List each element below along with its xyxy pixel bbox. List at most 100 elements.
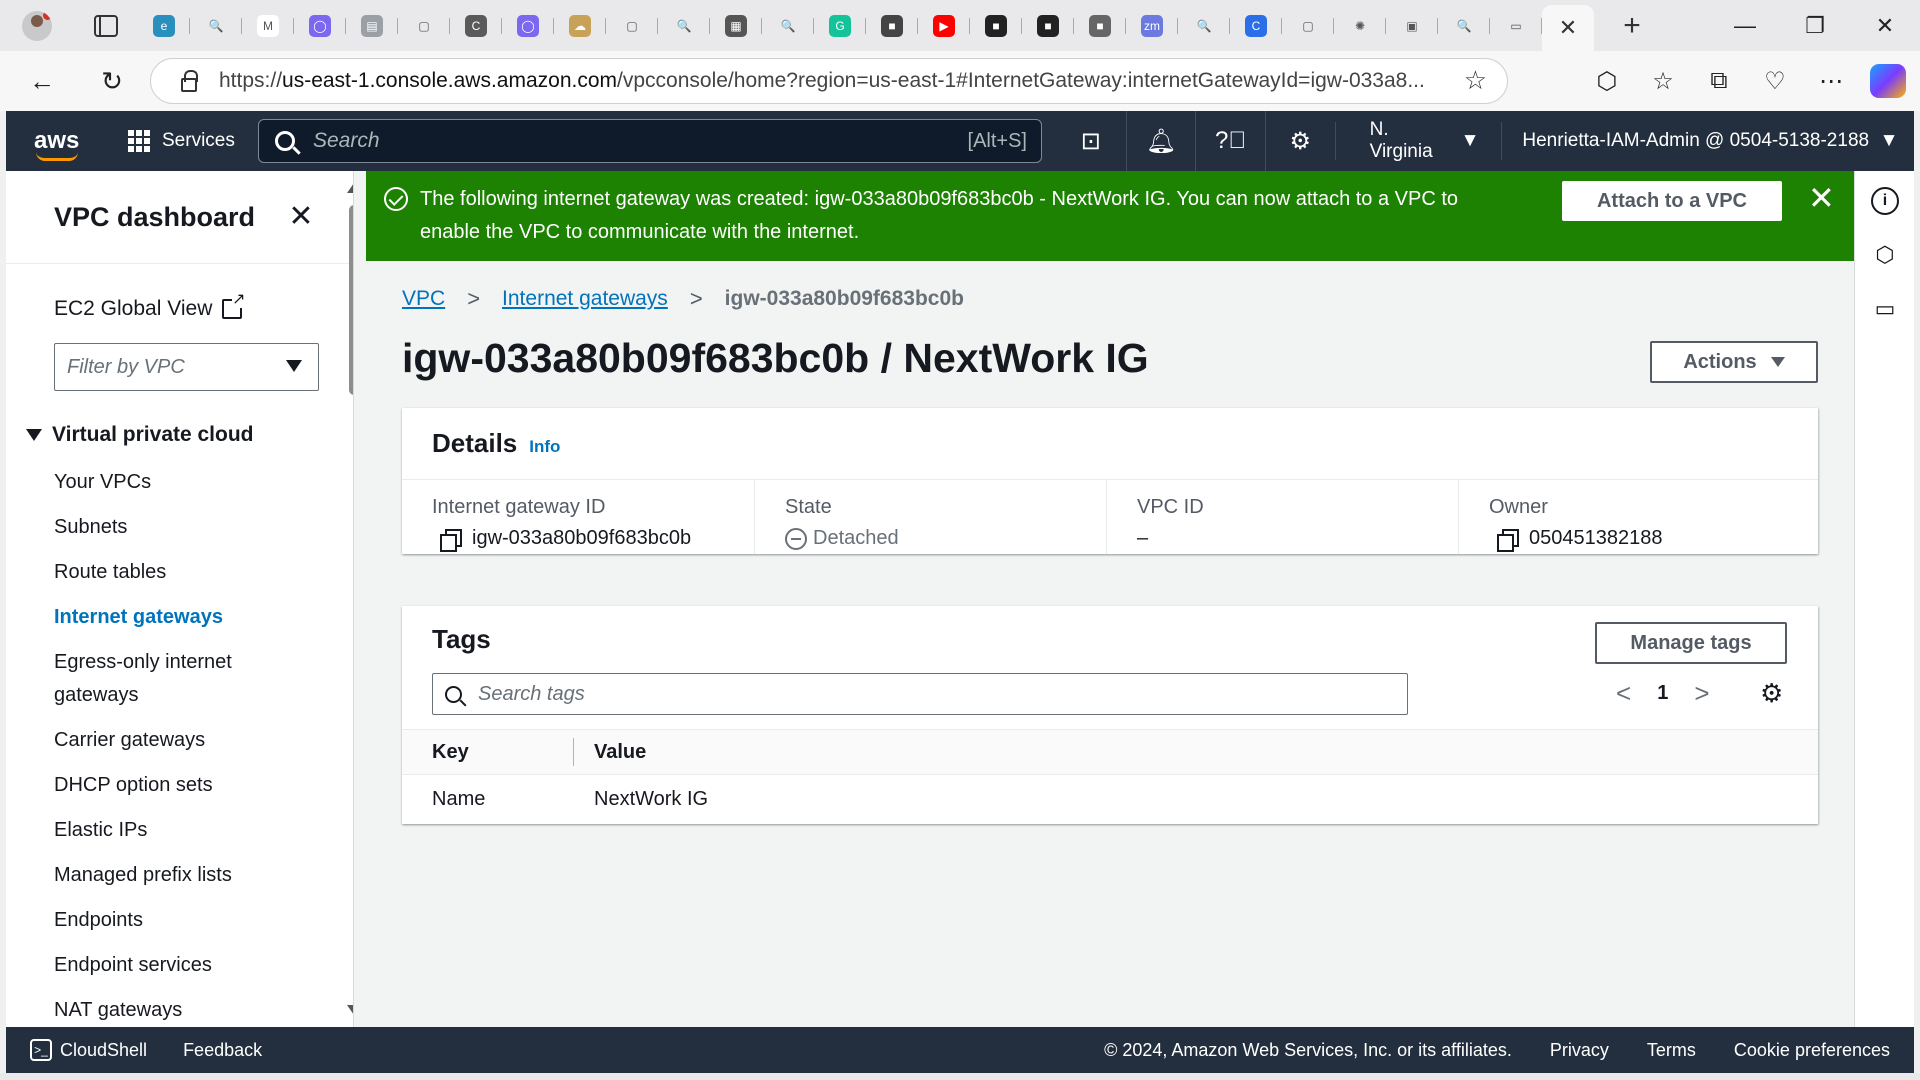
browser-tab[interactable]: ☁ [554, 8, 606, 44]
info-panel-icon[interactable]: i [1871, 187, 1899, 215]
browser-tab[interactable]: 🔍 [190, 8, 242, 44]
cloudshell-button[interactable]: >_ CloudShell [30, 1039, 147, 1061]
browser-tab[interactable]: ▭ [1490, 8, 1542, 44]
notifications-bell-icon[interactable]: 🔔︎ [1125, 111, 1196, 171]
aws-search-input[interactable]: Search [Alt+S] [258, 119, 1042, 163]
actions-dropdown-button[interactable]: Actions [1650, 341, 1818, 383]
window-close-icon[interactable]: ✕ [1850, 0, 1920, 51]
services-menu[interactable]: Services [128, 130, 235, 152]
breadcrumb-vpc[interactable]: VPC [402, 287, 445, 311]
presentation-board-icon[interactable]: ▭ [1871, 295, 1899, 323]
scrollbar-thumb[interactable] [349, 205, 353, 395]
browser-tab[interactable]: M [242, 8, 294, 44]
account-menu[interactable]: Henrietta-IAM-Admin @ 0504-5138-2188 ▼ [1501, 122, 1918, 160]
browser-tab[interactable]: ■ [1074, 8, 1126, 44]
back-arrow-icon[interactable]: ← [22, 61, 62, 101]
browser-tab[interactable]: C [1230, 8, 1282, 44]
help-icon[interactable]: ?⃝ [1195, 111, 1265, 171]
browser-tab[interactable]: e [138, 8, 190, 44]
browser-tab[interactable]: ▤ [346, 8, 398, 44]
sidebar-item-internet-gateways[interactable]: Internet gateways [54, 601, 294, 634]
browser-tab[interactable]: ✺ [1334, 8, 1386, 44]
sidebar-item-endpoints[interactable]: Endpoints [54, 904, 294, 937]
sidebar-scrollbar[interactable] [346, 171, 353, 1027]
region-selector[interactable]: N. Virginia ▼ [1334, 119, 1502, 162]
favorites-icon[interactable]: ☆ [1646, 64, 1680, 98]
scroll-up-arrow-icon[interactable] [347, 183, 353, 193]
browser-tab[interactable]: G [814, 8, 866, 44]
feedback-link[interactable]: Feedback [183, 1040, 262, 1061]
prev-page-icon[interactable]: < [1616, 678, 1631, 709]
table-settings-gear-icon[interactable]: ⚙ [1760, 680, 1783, 706]
browser-tab[interactable]: ◯ [502, 8, 554, 44]
sidebar-item-your-vpcs[interactable]: Your VPCs [54, 466, 294, 499]
value-column-header[interactable]: Value [574, 741, 646, 764]
minimize-icon[interactable]: — [1710, 0, 1780, 51]
ec2-global-view-link[interactable]: EC2 Global View [54, 292, 246, 321]
terms-link[interactable]: Terms [1647, 1040, 1696, 1061]
filter-by-vpc-select[interactable]: Filter by VPC [54, 343, 319, 391]
reload-icon[interactable]: ↻ [92, 61, 132, 101]
browser-tab[interactable]: C [450, 8, 502, 44]
sidebar-item-subnets[interactable]: Subnets [54, 511, 294, 544]
collections-icon[interactable]: ⧉ [1702, 64, 1736, 98]
next-page-icon[interactable]: > [1694, 678, 1709, 709]
sidebar-close-icon[interactable]: ✕ [286, 202, 316, 233]
virtual-private-cloud-section[interactable]: Virtual private cloud [26, 423, 254, 447]
restore-icon[interactable]: ❐ [1780, 0, 1850, 51]
tab-actions-icon[interactable] [94, 14, 118, 37]
more-menu-icon[interactable]: ⋯ [1814, 64, 1848, 98]
active-tab-close-icon[interactable]: ✕ [1542, 5, 1594, 51]
sidebar-title[interactable]: VPC dashboard [54, 202, 255, 233]
copy-icon[interactable] [440, 528, 462, 552]
browser-tab[interactable]: 🔍 [1438, 8, 1490, 44]
sidebar-item-elastic-ips[interactable]: Elastic IPs [54, 814, 294, 847]
browser-tab[interactable]: ▣ [1386, 8, 1438, 44]
browser-tab[interactable]: 🔍 [1178, 8, 1230, 44]
dismiss-flash-icon[interactable]: ✕ [1808, 181, 1835, 215]
breadcrumb-internet-gateways[interactable]: Internet gateways [502, 287, 668, 311]
search-tags-input[interactable]: Search tags [432, 673, 1408, 715]
sidebar-item-carrier-gateways[interactable]: Carrier gateways [54, 724, 294, 757]
sidebar-item-nat-gateways[interactable]: NAT gateways [54, 994, 294, 1027]
current-page[interactable]: 1 [1657, 682, 1668, 705]
sidebar-item-managed-prefix-lists[interactable]: Managed prefix lists [54, 859, 294, 892]
new-tab-icon[interactable]: + [1612, 6, 1652, 46]
sidebar-item-endpoint-services[interactable]: Endpoint services [54, 949, 294, 982]
manage-tags-button[interactable]: Manage tags [1595, 622, 1787, 664]
browser-essentials-icon[interactable]: ♡ [1758, 64, 1792, 98]
lock-icon[interactable] [181, 70, 198, 92]
profile-avatar-icon[interactable] [22, 10, 52, 41]
privacy-link[interactable]: Privacy [1550, 1040, 1609, 1061]
sidebar-item-dhcp-option-sets[interactable]: DHCP option sets [54, 769, 294, 802]
info-link[interactable]: Info [529, 437, 560, 457]
copy-icon[interactable] [1497, 528, 1519, 552]
sidebar-item-route-tables[interactable]: Route tables [54, 556, 294, 589]
browser-tab[interactable]: ■ [1022, 8, 1074, 44]
browser-tab[interactable]: ▦ [710, 8, 762, 44]
browser-tab[interactable]: ▢ [1282, 8, 1334, 44]
attach-to-vpc-button[interactable]: Attach to a VPC [1562, 181, 1782, 221]
sidebar-item-egress-only-internet-gateways[interactable]: Egress-only internet gateways [54, 646, 254, 712]
browser-tab[interactable]: ▶ [918, 8, 970, 44]
favorite-star-icon[interactable]: ☆ [1464, 65, 1487, 96]
settings-gear-icon[interactable]: ⚙ [1264, 111, 1335, 171]
browser-tab[interactable]: zm [1126, 8, 1178, 44]
scroll-down-arrow-icon[interactable] [347, 1005, 353, 1015]
extensions-icon[interactable]: ⬡ [1590, 64, 1624, 98]
aws-logo[interactable]: aws [34, 129, 84, 161]
hexagon-icon[interactable]: ⬡ [1871, 241, 1899, 269]
address-bar[interactable]: https://us-east-1.console.aws.amazon.com… [150, 58, 1508, 104]
browser-tab[interactable]: ◯ [294, 8, 346, 44]
cloudshell-icon[interactable]: ⊡ [1056, 111, 1126, 171]
browser-tab[interactable]: ▢ [606, 8, 658, 44]
browser-tab[interactable]: 🔍 [762, 8, 814, 44]
browser-tab[interactable]: ■ [970, 8, 1022, 44]
cookie-preferences-link[interactable]: Cookie preferences [1734, 1040, 1890, 1061]
key-column-header[interactable]: Key [402, 738, 574, 766]
browser-tab[interactable]: 🔍 [658, 8, 710, 44]
copilot-icon[interactable] [1870, 64, 1906, 98]
browser-tab[interactable]: ▢ [398, 8, 450, 44]
url-text[interactable]: https://us-east-1.console.aws.amazon.com… [219, 69, 1425, 93]
browser-tab[interactable]: ■ [866, 8, 918, 44]
